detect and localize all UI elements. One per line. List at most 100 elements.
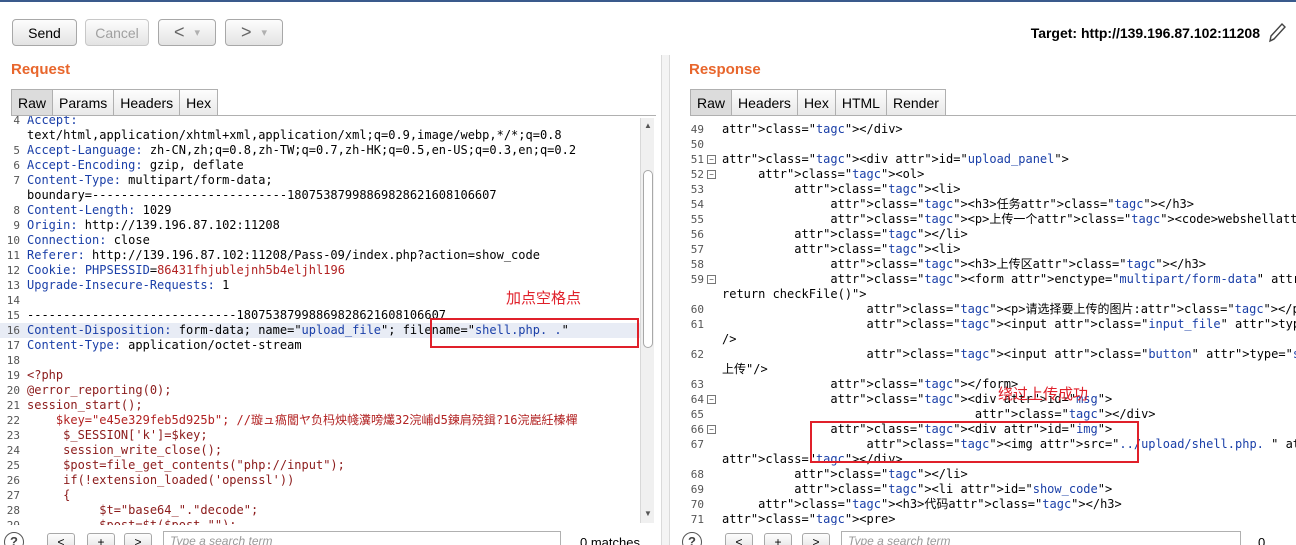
code-line: 21 session_start(); bbox=[0, 398, 640, 413]
code-text: -----------------------------18075387998… bbox=[27, 308, 447, 322]
line-number: 17 bbox=[6, 339, 20, 352]
code-line: 65 attr">class="tagc"></div> bbox=[676, 407, 1296, 422]
code-line: 61 attr">class="tagc"><input attr">class… bbox=[676, 317, 1296, 332]
code-line: 63 attr">class="tagc"></form> bbox=[676, 377, 1296, 392]
request-tab-raw[interactable]: Raw bbox=[11, 89, 54, 116]
code-text: attr">class="tagc"><h3>上传区attr">class="t… bbox=[830, 257, 1206, 271]
target-label: Target: http://139.196.87.102:11208 bbox=[1030, 25, 1260, 41]
code-text: $post=$t($post,""); bbox=[27, 518, 237, 525]
request-search-input[interactable]: Type a search term bbox=[163, 531, 561, 545]
code-line: 27 { bbox=[0, 488, 640, 503]
search-next-button[interactable]: > bbox=[124, 533, 152, 545]
line-number: 4 bbox=[13, 116, 20, 127]
response-tab-headers[interactable]: Headers bbox=[731, 89, 798, 116]
scroll-down-icon[interactable]: ▼ bbox=[641, 508, 655, 520]
code-text: attr">class="tagc"><h3>任务attr">class="ta… bbox=[830, 197, 1194, 211]
line-number: 54 bbox=[690, 198, 704, 211]
request-title: Request bbox=[11, 61, 71, 78]
code-text: attr">class="tagc"></div> bbox=[974, 407, 1156, 421]
line-number: 16 bbox=[6, 324, 20, 337]
response-tab-render[interactable]: Render bbox=[885, 89, 946, 116]
code-line: 9 Origin: http://139.196.87.102:11208 bbox=[0, 218, 640, 233]
fold-toggle-icon[interactable]: − bbox=[707, 155, 716, 164]
help-icon[interactable]: ? bbox=[682, 532, 702, 545]
line-number: 58 bbox=[690, 258, 704, 271]
code-text: session_write_close(); bbox=[27, 443, 223, 457]
search-add-button[interactable]: + bbox=[87, 533, 115, 545]
code-text: attr">class="tagc"><input attr">class="b… bbox=[866, 347, 1296, 361]
code-line: 54 attr">class="tagc"><h3>任务attr">class=… bbox=[676, 197, 1296, 212]
search-add-button[interactable]: + bbox=[764, 533, 792, 545]
code-line: 23 $_SESSION['k']=$key; bbox=[0, 428, 640, 443]
dropdown-icon: ▾ bbox=[194, 27, 201, 39]
code-line: 62 attr">class="tagc"><input attr">class… bbox=[676, 347, 1296, 362]
code-text: attr">class="tagc"><form attr">enctype="… bbox=[830, 272, 1296, 286]
code-line: 22 $key="e45e329feb5d925b"; //璇ュ瘑閽ヤ负杩炴帴瀵… bbox=[0, 413, 640, 428]
code-line: 71 attr">class="tagc"><pre> bbox=[676, 512, 1296, 525]
request-tab-hex[interactable]: Hex bbox=[179, 89, 219, 116]
code-line: 11 Referer: http://139.196.87.102:11208/P… bbox=[0, 248, 640, 263]
response-tab-html[interactable]: HTML bbox=[834, 89, 887, 116]
code-line: 7 Content-Type: multipart/form-data; bbox=[0, 173, 640, 188]
code-line: 4 Accept: bbox=[0, 116, 640, 128]
line-number: 14 bbox=[6, 294, 20, 307]
code-line: 52− attr">class="tagc"><ol> bbox=[676, 167, 1296, 182]
search-prev-button[interactable]: < bbox=[47, 533, 75, 545]
line-number: 26 bbox=[6, 474, 20, 487]
code-text: <?php bbox=[27, 368, 64, 382]
code-line: 64− attr">class="tagc"><div attr">id="ms… bbox=[676, 392, 1296, 407]
line-number: 7 bbox=[13, 174, 20, 187]
fold-toggle-icon[interactable]: − bbox=[707, 395, 716, 404]
line-number: 52 bbox=[690, 168, 704, 181]
response-tab-raw[interactable]: Raw bbox=[690, 89, 733, 116]
code-text: $key="e45e329feb5d925b"; //璇ュ瘑閽ヤ负杩炴帴瀵嗙爜3… bbox=[27, 413, 578, 427]
help-icon[interactable]: ? bbox=[4, 532, 24, 545]
code-text: @error_reporting(0); bbox=[27, 383, 172, 397]
forward-button[interactable]: > ▾ bbox=[225, 19, 283, 46]
response-search-input[interactable]: Type a search term bbox=[841, 531, 1241, 545]
code-text: attr">class="tagc"></div> bbox=[722, 122, 903, 136]
response-tab-hex[interactable]: Hex bbox=[796, 89, 836, 116]
line-number: 59 bbox=[690, 273, 704, 286]
search-prev-button[interactable]: < bbox=[725, 533, 753, 545]
scroll-up-icon[interactable]: ▲ bbox=[641, 120, 655, 132]
line-number: 25 bbox=[6, 459, 20, 472]
fold-toggle-icon[interactable]: − bbox=[707, 170, 716, 179]
line-number: 55 bbox=[690, 213, 704, 226]
line-number: 6 bbox=[13, 159, 20, 172]
code-text: Accept-Encoding: gzip, deflate bbox=[27, 158, 244, 172]
response-matches: 0 matches bbox=[1258, 535, 1266, 545]
back-button[interactable]: < ▾ bbox=[158, 19, 216, 46]
code-text: 上传"/> bbox=[722, 362, 768, 376]
search-next-button[interactable]: > bbox=[802, 533, 830, 545]
line-number: 22 bbox=[6, 414, 20, 427]
code-line: 68 attr">class="tagc"></li> bbox=[676, 467, 1296, 482]
scroll-thumb[interactable] bbox=[643, 170, 653, 348]
annotation-request: 加点空格点 bbox=[506, 290, 582, 307]
code-line: boundary=---------------------------1807… bbox=[0, 188, 640, 203]
code-text: return checkFile()"> bbox=[722, 287, 867, 301]
line-number: 15 bbox=[6, 309, 20, 322]
line-number: 9 bbox=[13, 219, 20, 232]
request-tab-headers[interactable]: Headers bbox=[113, 89, 181, 116]
line-number: 71 bbox=[690, 513, 704, 525]
code-line: 56 attr">class="tagc"></li> bbox=[676, 227, 1296, 242]
fold-toggle-icon[interactable]: − bbox=[707, 425, 716, 434]
line-number: 68 bbox=[690, 468, 704, 481]
code-line: 70 attr">class="tagc"><h3>代码attr">class=… bbox=[676, 497, 1296, 512]
code-text: Origin: http://139.196.87.102:11208 bbox=[27, 218, 280, 232]
code-text: attr">class="tagc"><pre> bbox=[722, 512, 896, 525]
cancel-button[interactable]: Cancel bbox=[85, 19, 149, 46]
response-editor[interactable]: 49 attr">class="tagc"></div> 50 51− attr">cl… bbox=[676, 116, 1296, 525]
line-number: 50 bbox=[690, 138, 704, 151]
request-scrollbar[interactable]: ▲ ▼ bbox=[640, 118, 654, 523]
annotation-response: 绕过上传成功 bbox=[998, 386, 1089, 403]
pencil-icon[interactable] bbox=[1266, 20, 1288, 46]
request-tab-params[interactable]: Params bbox=[52, 89, 115, 116]
pane-divider[interactable] bbox=[661, 55, 670, 545]
code-text: { bbox=[27, 488, 71, 502]
fold-toggle-icon[interactable]: − bbox=[707, 275, 716, 284]
send-button[interactable]: Send bbox=[12, 19, 77, 46]
highlight-box-filename bbox=[430, 318, 639, 348]
code-text: Content-Length: 1029 bbox=[27, 203, 172, 217]
